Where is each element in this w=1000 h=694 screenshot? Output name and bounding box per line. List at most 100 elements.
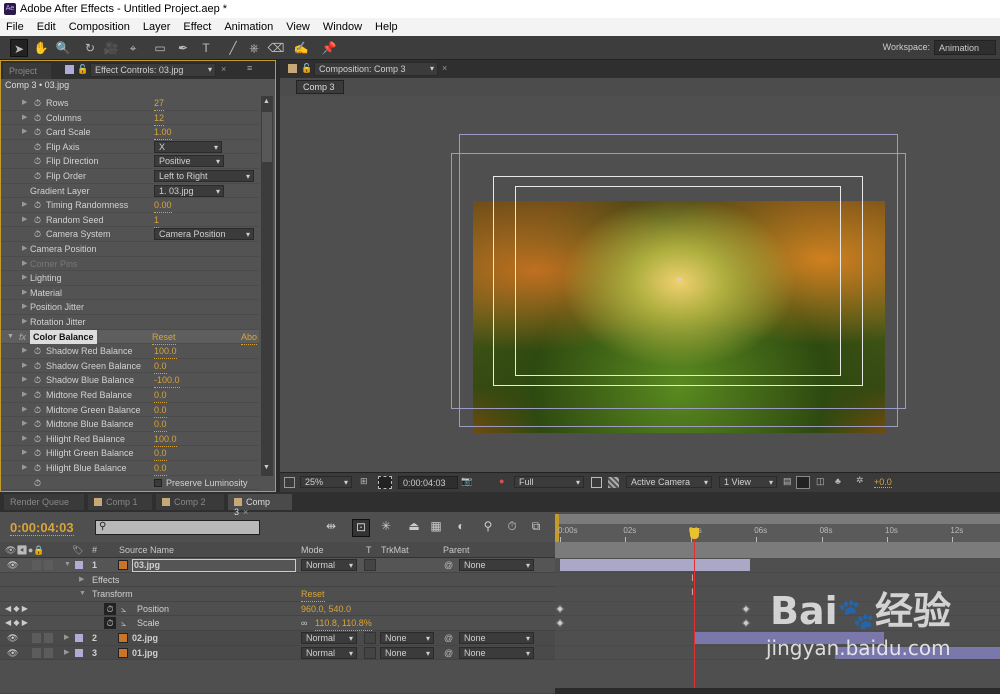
property-value[interactable]: 100.0 [154,432,177,447]
brush-tool-icon[interactable]: ╱ [224,39,242,57]
region-of-interest-icon[interactable] [591,477,602,488]
current-time-display[interactable]: 0:00:04:03 [398,476,458,489]
close-icon[interactable]: × [442,63,447,73]
menu-window[interactable]: Window [323,21,362,36]
expand-triangle-icon[interactable]: ▶ [22,242,27,256]
constrain-proportions-icon[interactable]: ∞ [301,616,307,630]
puppet-pin-tool-icon[interactable]: 📌 [320,39,338,57]
property-value[interactable]: 0.0 [154,403,167,418]
scale-value[interactable]: 110.8, 110.8% [315,616,372,632]
hide-shy-icon[interactable]: ⏏ [405,519,423,537]
stopwatch-icon[interactable]: ⏱ [34,154,41,168]
expand-triangle-icon[interactable]: ▼ [64,558,71,572]
expand-triangle-icon[interactable]: ▶ [22,344,27,358]
preserve-transparency-switch[interactable] [364,632,376,644]
property-value[interactable]: 1 [154,213,160,228]
layer-mode-select[interactable]: Normal [301,559,357,571]
timeline-current-time[interactable]: 0:00:04:03 [10,520,74,536]
property-value[interactable]: 27 [154,96,165,111]
expand-triangle-icon[interactable]: ▶ [79,573,84,587]
playhead-handle[interactable] [690,528,700,539]
graph-icon[interactable]: ⦣ [121,602,126,616]
camera-view-select[interactable]: Active Camera [626,476,712,488]
expand-triangle-icon[interactable]: ▶ [22,125,27,139]
lock-switch[interactable] [44,560,53,570]
keyframe-navigator-icon[interactable]: ◀ ◆ ▶ [5,616,28,630]
brainstorm-icon[interactable]: ⚲ [479,519,497,537]
expand-triangle-icon[interactable]: ▶ [22,373,27,387]
tab-project[interactable]: Project [3,63,51,79]
property-dropdown[interactable]: X [154,140,222,153]
property-dropdown[interactable]: Positive [154,155,224,168]
pixel-aspect-icon[interactable]: ▤ [783,476,792,487]
visibility-eye-icon[interactable]: 👁 [7,646,18,660]
label-color-swatch[interactable] [75,634,83,642]
auto-keyframe-icon[interactable]: ⏱ [503,519,521,537]
expand-triangle-icon[interactable]: ▶ [22,446,27,460]
property-dropdown[interactable]: Left to Right [154,170,254,182]
type-tool-icon[interactable]: T [197,39,215,57]
property-value[interactable]: 1.00 [154,125,172,141]
stopwatch-icon[interactable]: ⏱ [34,169,41,183]
property-value[interactable]: 12 [154,111,165,126]
safe-margins-icon[interactable]: ⊞ [360,476,368,487]
stopwatch-icon[interactable]: ⏱ [34,446,41,460]
snapshot-icon[interactable]: 📷 [461,476,472,487]
solo-switch[interactable] [32,560,41,570]
menu-composition[interactable]: Composition [69,21,130,36]
composition-select[interactable]: Composition: Comp 3 [314,62,438,76]
close-icon[interactable]: × [221,64,226,74]
tab-render-queue[interactable]: Render Queue [4,494,84,510]
menu-view[interactable]: View [286,21,310,36]
expand-triangle-icon[interactable]: ▶ [64,646,69,660]
effect-about-link[interactable]: Abo [241,330,258,345]
tab-comp-2[interactable]: Comp 2 [156,494,224,510]
property-value[interactable]: -100.0 [154,373,180,389]
clone-stamp-tool-icon[interactable]: ⎈ [245,39,263,57]
stopwatch-icon[interactable]: ⏱ [34,461,41,475]
live-update-icon[interactable]: ⊡ [352,519,370,537]
keyframe[interactable] [742,619,751,628]
property-value[interactable]: 0.0 [154,417,167,433]
expand-triangle-icon[interactable]: ▼ [7,330,14,344]
property-value[interactable]: 0.00 [154,198,172,214]
selection-tool-icon[interactable]: ➤ [10,39,28,57]
position-value[interactable]: 960.0, 540.0 [301,602,352,617]
comp-navigator-button[interactable]: Comp 3 [296,80,344,94]
visibility-eye-icon[interactable]: 👁 [7,558,18,572]
scrollbar-thumb[interactable] [262,112,272,162]
lock-switch[interactable] [44,633,53,643]
expand-triangle-icon[interactable]: ▶ [22,213,27,227]
draft-3d-icon[interactable]: ✳ [377,519,395,537]
comp-mini-flowchart-icon[interactable]: ⇹ [322,519,340,537]
menu-file[interactable]: File [6,21,24,36]
preserve-transparency-switch[interactable] [364,559,376,571]
stopwatch-icon[interactable]: ⏱ [104,602,116,615]
solo-switch[interactable] [32,647,41,658]
scrollbar[interactable]: ▲ ▼ [261,96,273,476]
anchor-point-icon[interactable]: ⌖ [676,274,682,287]
track-matte-select[interactable]: None [380,646,434,659]
expand-triangle-icon[interactable]: ▶ [22,461,27,475]
expand-triangle-icon[interactable]: ▶ [22,96,27,110]
frame-blending-icon[interactable]: ▦ [427,519,445,537]
graph-icon[interactable]: ⦣ [121,616,126,630]
layer-mode-select[interactable]: Normal [301,646,357,659]
property-value[interactable]: 100.0 [154,344,177,360]
expand-triangle-icon[interactable]: ▶ [22,432,27,446]
stopwatch-icon[interactable]: ⏱ [34,227,41,241]
stopwatch-icon[interactable]: ⏱ [34,417,41,431]
stopwatch-icon[interactable]: ⏱ [34,344,41,358]
effect-name-color-balance[interactable]: Color Balance [30,329,97,344]
stopwatch-icon[interactable]: ⏱ [34,140,41,154]
workspace-select[interactable]: Animation [934,40,996,55]
lock-switch[interactable] [44,647,53,658]
pen-tool-icon[interactable]: ✒ [174,39,192,57]
always-preview-icon[interactable] [284,477,295,488]
fx-icon[interactable]: fx [19,330,26,344]
pick-whip-icon[interactable]: @ [444,631,453,645]
menu-help[interactable]: Help [375,21,398,36]
stopwatch-icon[interactable]: ⏱ [34,403,41,417]
tab-comp-3[interactable]: Comp 3 × [228,494,292,517]
stopwatch-icon[interactable]: ⏱ [34,111,41,125]
